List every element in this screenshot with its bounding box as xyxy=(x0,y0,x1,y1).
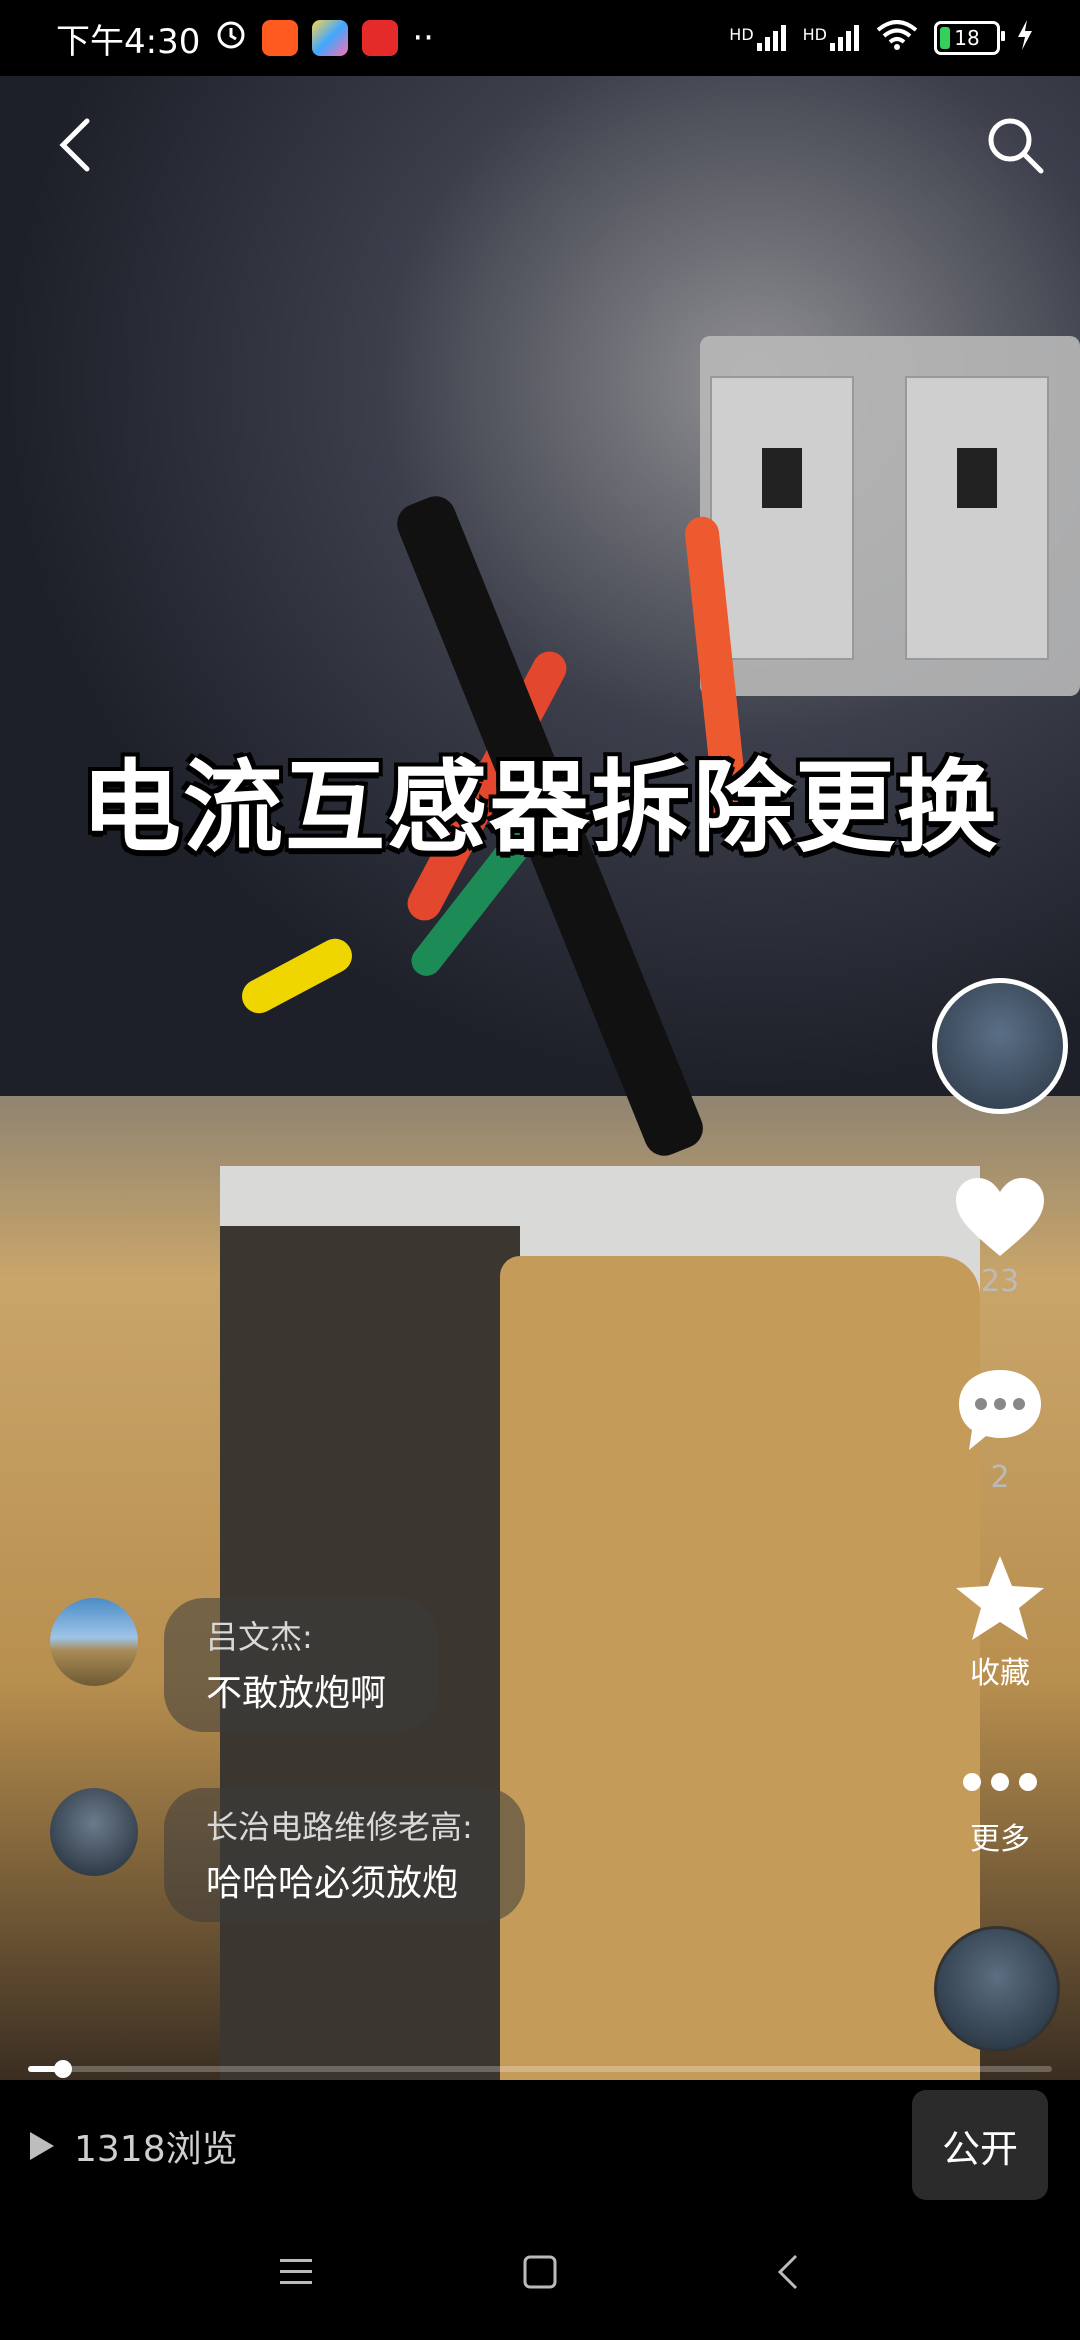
more-dots-icon xyxy=(963,1773,1037,1791)
video-progress-bar[interactable] xyxy=(28,2060,1052,2078)
wifi-icon xyxy=(876,20,918,56)
comment-bubble: 吕文杰: 不敢放炮啊 xyxy=(164,1598,439,1732)
progress-knob[interactable] xyxy=(53,2060,72,2078)
play-icon xyxy=(30,2132,54,2160)
signal-hd-label-2: HD xyxy=(802,25,827,44)
author-avatar[interactable] xyxy=(932,978,1068,1114)
comment-item: 吕文杰: 不敢放炮啊 xyxy=(50,1598,439,1732)
nav-home-button[interactable] xyxy=(510,2252,570,2292)
music-disc-avatar[interactable] xyxy=(934,1926,1060,2052)
status-left: 下午4:30 ·· xyxy=(56,14,434,63)
battery-icon: 18 xyxy=(934,21,1005,55)
view-count: 1318浏览 xyxy=(30,2120,238,2172)
status-bar: 下午4:30 ·· HD HD 18 xyxy=(0,0,1080,76)
bottom-bar: 1318浏览 公开 xyxy=(0,2080,1080,2200)
nav-menu-button[interactable] xyxy=(266,2252,326,2292)
more-label: 更多 xyxy=(970,1822,1030,1857)
comment-bubble: 长治电路维修老高: 哈哈哈必须放炮 xyxy=(164,1788,525,1922)
favorite-button[interactable]: 收藏 xyxy=(930,1554,1070,1692)
status-time: 下午4:30 xyxy=(56,21,201,62)
comment-count: 2 xyxy=(990,1460,1010,1495)
taobao-app-icon xyxy=(262,20,299,56)
video-cabinet-door xyxy=(500,1256,980,2080)
status-more-dots: ·· xyxy=(412,18,434,58)
news-app-icon xyxy=(362,20,399,56)
status-right: HD HD 18 xyxy=(729,20,1034,56)
search-icon xyxy=(988,118,1044,174)
video-breaker-2 xyxy=(905,376,1049,660)
charging-icon xyxy=(1016,20,1034,56)
back-button[interactable] xyxy=(40,110,110,180)
nav-back-button[interactable] xyxy=(758,2252,818,2292)
commenter-avatar[interactable] xyxy=(50,1598,138,1686)
search-button[interactable] xyxy=(980,110,1050,180)
video-breaker-1 xyxy=(710,376,854,660)
square-icon xyxy=(523,2255,557,2289)
comment-author: 长治电路维修老高: xyxy=(206,1808,473,1846)
alarm-icon xyxy=(214,17,248,60)
signal-icon-1: HD xyxy=(729,25,786,51)
gallery-app-icon xyxy=(312,20,349,56)
public-button[interactable]: 公开 xyxy=(912,2090,1048,2200)
view-count-text: 1318浏览 xyxy=(74,2129,238,2170)
chevron-left-icon xyxy=(59,118,90,172)
favorite-label: 收藏 xyxy=(970,1656,1030,1691)
video-title-overlay: 电流互感器拆除更换 xyxy=(81,749,999,866)
signal-icon-2: HD xyxy=(803,25,860,51)
signal-hd-label-1: HD xyxy=(729,25,754,44)
commenter-avatar[interactable] xyxy=(50,1788,138,1876)
system-nav-bar xyxy=(0,2200,1080,2340)
comment-button[interactable]: 2 xyxy=(930,1366,1070,1495)
star-icon xyxy=(956,1556,1044,1640)
comment-icon xyxy=(959,1370,1041,1450)
heart-icon xyxy=(956,1178,1044,1256)
more-button[interactable]: 更多 xyxy=(930,1770,1070,1858)
triangle-back-icon xyxy=(777,2254,798,2290)
menu-icon xyxy=(280,2259,312,2284)
comment-author: 吕文杰: xyxy=(206,1618,313,1656)
like-button[interactable]: 23 xyxy=(930,1176,1070,1299)
comment-text: 不敢放炮啊 xyxy=(206,1673,387,1714)
like-count: 23 xyxy=(980,1264,1020,1299)
comment-item: 长治电路维修老高: 哈哈哈必须放炮 xyxy=(50,1788,525,1922)
video-player[interactable]: 电流互感器拆除更换 xyxy=(0,76,1080,2080)
comment-text: 哈哈哈必须放炮 xyxy=(206,1863,459,1904)
battery-level: 18 xyxy=(954,26,980,50)
